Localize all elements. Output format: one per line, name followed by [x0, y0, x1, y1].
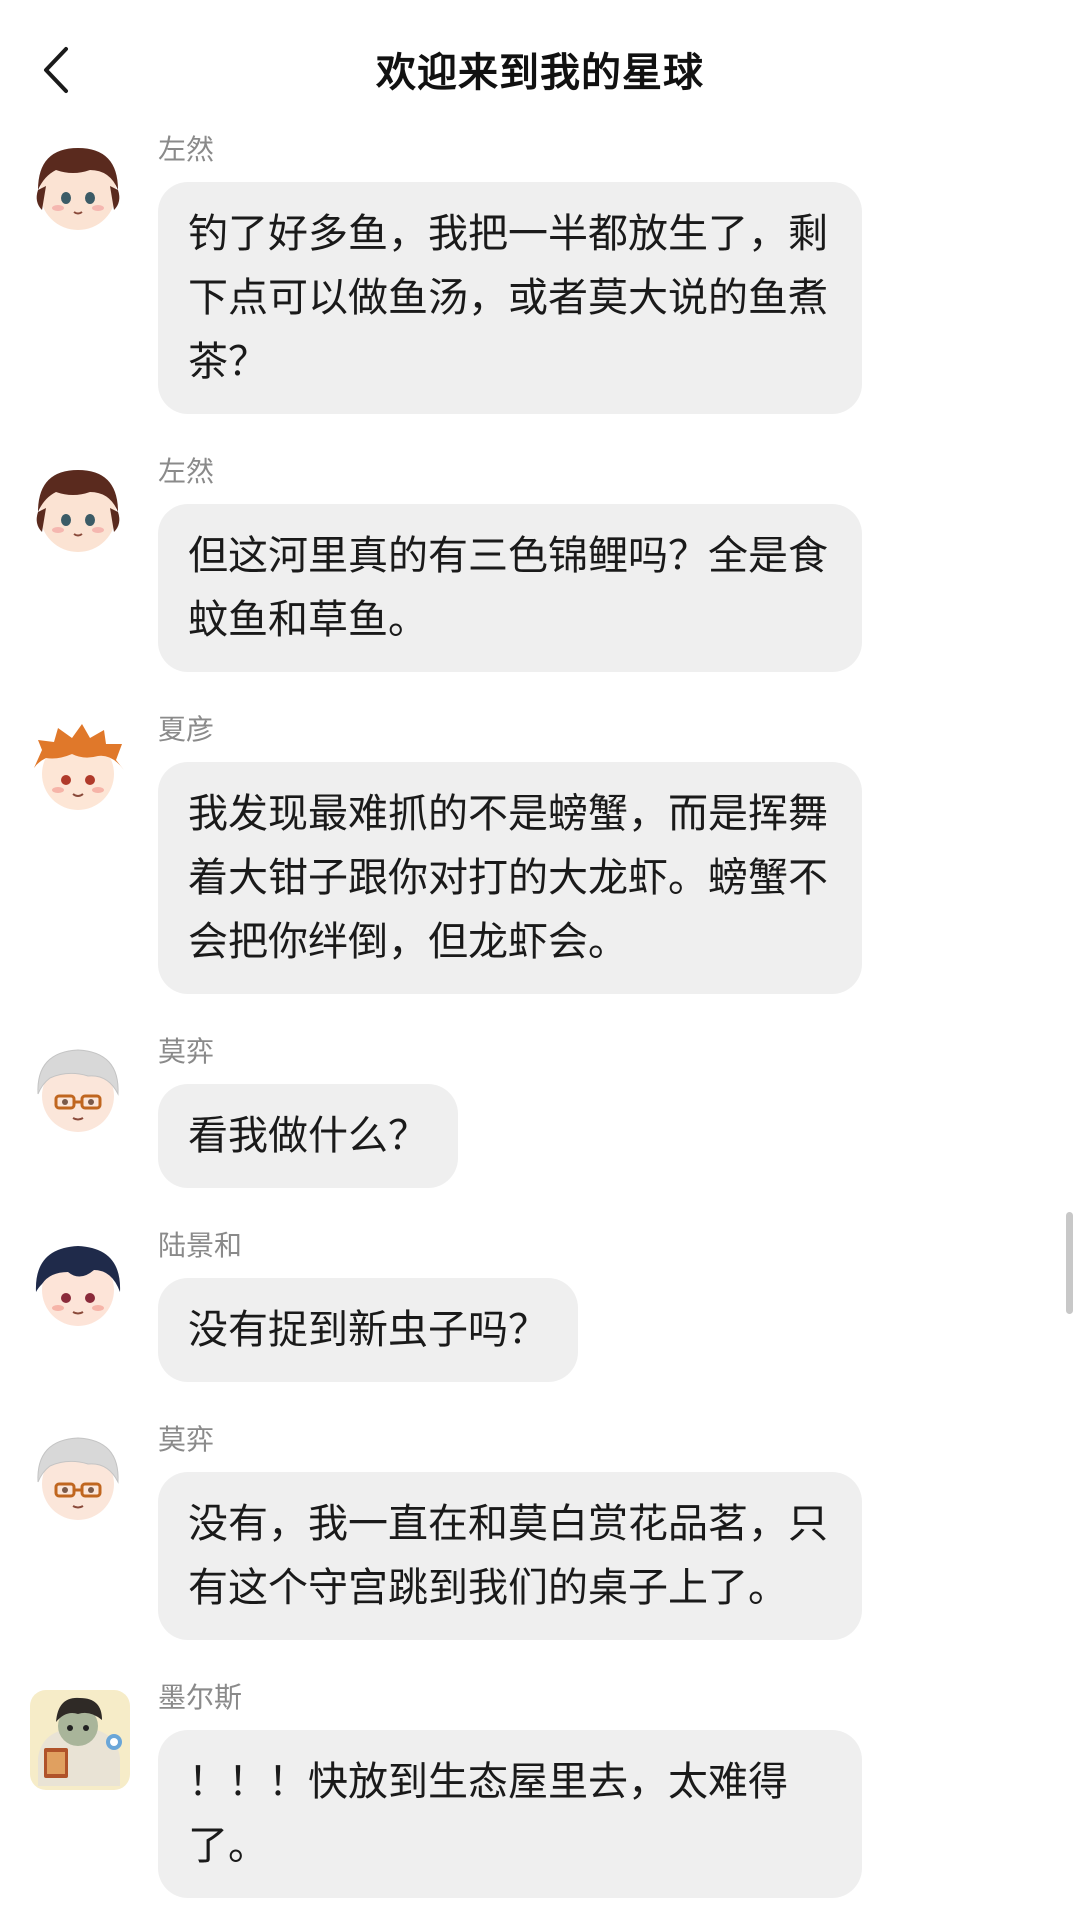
sender-name: 夏彦 — [158, 713, 215, 746]
sender-name: 莫弈 — [158, 1035, 215, 1068]
message-bubble[interactable]: 看我做什么？ — [158, 1084, 458, 1188]
sender-name: 墨尔斯 — [158, 1681, 243, 1714]
brown-hair-avatar[interactable] — [28, 140, 128, 240]
message-bubble[interactable]: 我发现最难抓的不是螃蟹，而是挥舞着大钳子跟你对打的大龙虾。螃蟹不会把你绊倒，但龙… — [158, 762, 862, 994]
chat-message: 莫弈 看我做什么？ — [0, 1032, 1080, 1188]
chat-message: 左然 但这河里真的有三色锦鲤吗？全是食蚊鱼和草鱼。 — [0, 452, 1080, 672]
top-bar: 欢迎来到我的星球 — [0, 0, 1080, 140]
message-bubble[interactable]: 没有捉到新虫子吗？ — [158, 1278, 578, 1382]
page-title: 欢迎来到我的星球 — [376, 50, 704, 96]
scrollbar-thumb[interactable] — [1066, 1212, 1073, 1314]
brown-hair-avatar[interactable] — [28, 462, 128, 562]
message-bubble[interactable]: 钓了好多鱼，我把一半都放生了，剩下点可以做鱼汤，或者莫大说的鱼煮茶？ — [158, 182, 862, 414]
orange-hair-avatar[interactable] — [28, 720, 128, 820]
message-bubble[interactable]: 没有，我一直在和莫白赏花品茗，只有这个守宫跳到我们的桌子上了。 — [158, 1472, 862, 1640]
message-bubble[interactable]: ！！！快放到生态屋里去，太难得了。 — [158, 1730, 862, 1898]
sender-name: 陆景和 — [158, 1229, 243, 1262]
silver-hair-glasses-avatar[interactable] — [28, 1042, 128, 1142]
sender-name: 左然 — [158, 133, 215, 166]
message-list[interactable]: 左然 钓了好多鱼，我把一半都放生了，剩下点可以做鱼汤，或者莫大说的鱼煮茶？ 左然… — [0, 130, 1080, 1898]
navy-hair-avatar[interactable] — [28, 1236, 128, 1336]
character-with-book-avatar[interactable] — [28, 1688, 130, 1790]
chat-message: 墨尔斯 ！！！快放到生态屋里去，太难得了。 — [0, 1678, 1080, 1898]
message-bubble[interactable]: 但这河里真的有三色锦鲤吗？全是食蚊鱼和草鱼。 — [158, 504, 862, 672]
chat-message: 陆景和 没有捉到新虫子吗？ — [0, 1226, 1080, 1382]
chat-message: 莫弈 没有，我一直在和莫白赏花品茗，只有这个守宫跳到我们的桌子上了。 — [0, 1420, 1080, 1640]
sender-name: 莫弈 — [158, 1423, 215, 1456]
chat-message: 夏彦 我发现最难抓的不是螃蟹，而是挥舞着大钳子跟你对打的大龙虾。螃蟹不会把你绊倒… — [0, 710, 1080, 994]
silver-hair-glasses-avatar[interactable] — [28, 1430, 128, 1530]
chat-message: 左然 钓了好多鱼，我把一半都放生了，剩下点可以做鱼汤，或者莫大说的鱼煮茶？ — [0, 130, 1080, 414]
sender-name: 左然 — [158, 455, 215, 488]
